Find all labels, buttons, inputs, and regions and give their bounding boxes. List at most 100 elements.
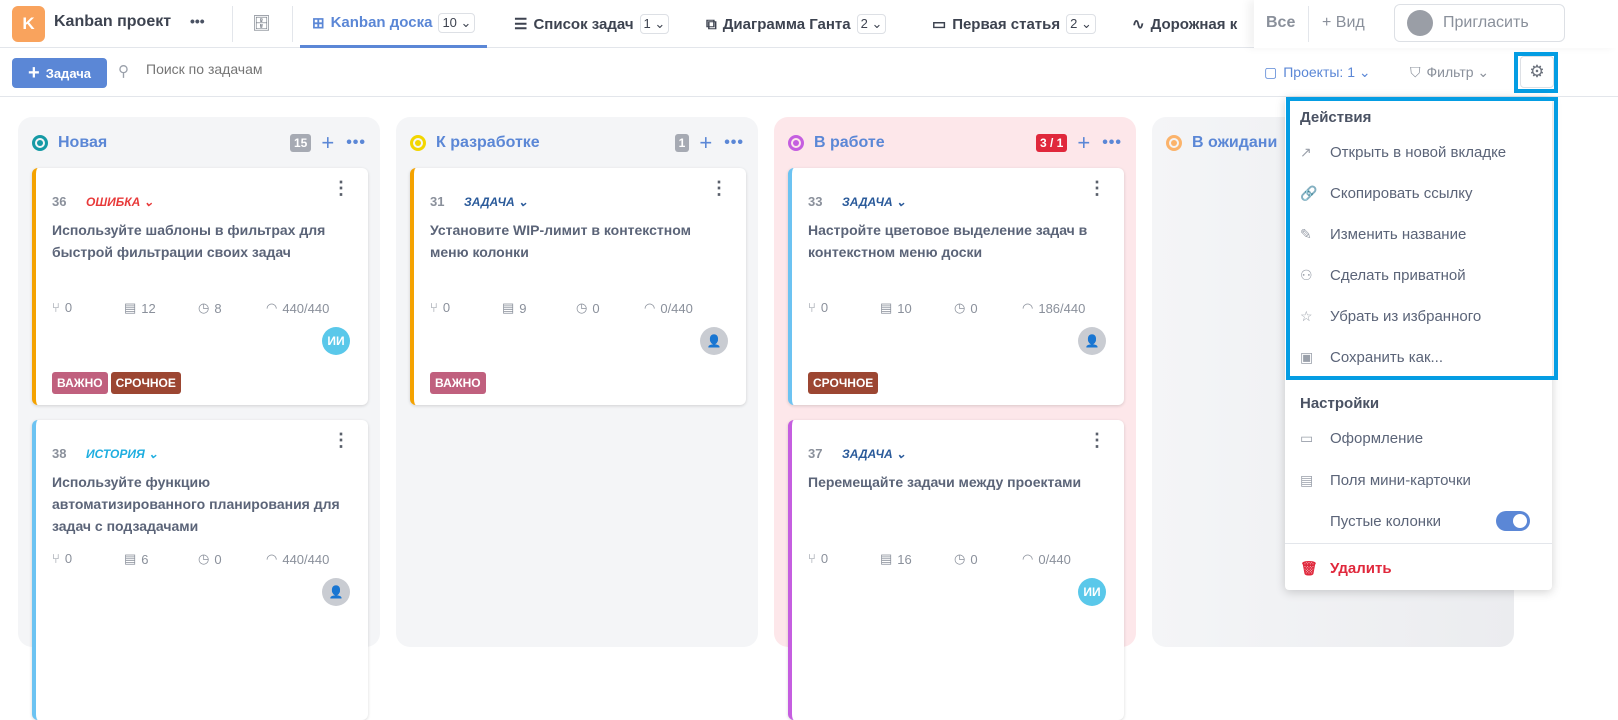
- tag[interactable]: ВАЖНО: [52, 372, 108, 394]
- column-title[interactable]: Новая: [58, 134, 290, 152]
- card-menu-icon[interactable]: ⋮: [332, 430, 350, 451]
- assignee-avatar[interactable]: ИИ: [322, 327, 350, 355]
- project-title[interactable]: Kanban проект: [54, 13, 171, 31]
- tag[interactable]: СРОЧНОЕ: [110, 372, 181, 394]
- plus-icon: +: [28, 62, 40, 84]
- tab-article[interactable]: ▭ Первая статья 2 ⌄: [932, 0, 1096, 48]
- add-card-button[interactable]: +: [699, 132, 712, 154]
- tab-count-dropdown[interactable]: 1 ⌄: [639, 14, 670, 34]
- task-card[interactable]: 31 ЗАДАЧА ⌄ ⋮ Установите WIP-лимит в кон…: [410, 168, 746, 405]
- tab-list[interactable]: ☰ Список задач 1 ⌄: [514, 0, 670, 48]
- task-type-dropdown[interactable]: ОШИБКА ⌄: [86, 195, 154, 209]
- task-number: 38: [52, 446, 67, 461]
- task-type-dropdown[interactable]: ИСТОРИЯ ⌄: [86, 447, 158, 461]
- card-menu-icon[interactable]: ⋮: [1088, 178, 1106, 199]
- tag[interactable]: ВАЖНО: [430, 372, 486, 394]
- divider: [1285, 543, 1552, 544]
- project-logo[interactable]: K: [12, 6, 45, 42]
- comments-count: 9: [519, 300, 527, 316]
- subtasks-icon: ⑂: [808, 551, 816, 566]
- task-title[interactable]: Перемещайте задачи между проектами: [808, 471, 1108, 493]
- menu-item-appearance[interactable]: ▭ Оформление: [1300, 426, 1545, 450]
- menu-item-label: Оформление: [1330, 429, 1424, 447]
- comment-icon: ▤: [502, 300, 515, 315]
- comments-stat: ▤ 12: [124, 300, 156, 316]
- card-menu-icon[interactable]: ⋮: [710, 178, 728, 199]
- task-type-dropdown[interactable]: ЗАДАЧА ⌄: [842, 195, 906, 209]
- roadmap-icon: ∿: [1132, 16, 1145, 33]
- settings-header: Настройки: [1300, 395, 1380, 412]
- unassigned-avatar-icon[interactable]: 👤: [1078, 327, 1106, 355]
- column-menu-button[interactable]: •••: [724, 134, 744, 152]
- gauge-icon: ◠: [1022, 551, 1034, 566]
- task-type-dropdown[interactable]: ЗАДАЧА ⌄: [842, 447, 906, 461]
- divider: [232, 6, 233, 42]
- assignee-avatar[interactable]: ИИ: [1078, 578, 1106, 606]
- subtasks-count: 0: [442, 300, 451, 315]
- tab-count-dropdown[interactable]: 2 ⌄: [856, 14, 887, 34]
- task-card[interactable]: 33 ЗАДАЧА ⌄ ⋮ Настройте цветовое выделен…: [788, 168, 1124, 405]
- subtasks-icon: ⑂: [808, 300, 816, 315]
- subtasks-stat: ⑂ 0: [52, 300, 72, 315]
- task-card[interactable]: 36 ОШИБКА ⌄ ⋮ Используйте шаблоны в филь…: [32, 168, 368, 405]
- filter-dropdown[interactable]: ⛉ Фильтр ⌄: [1410, 64, 1489, 81]
- comment-icon: ▤: [880, 551, 893, 566]
- menu-item-delete[interactable]: 🗑 Удалить: [1300, 556, 1545, 580]
- column-title[interactable]: К разработке: [436, 134, 675, 152]
- comments-count: 16: [897, 551, 912, 567]
- add-task-button[interactable]: + Задача: [12, 58, 107, 88]
- project-more-button[interactable]: •••: [190, 13, 205, 29]
- tab-label: Список задач: [533, 15, 634, 33]
- column-title[interactable]: В работе: [814, 134, 1036, 152]
- menu-item-empty-columns[interactable]: Пустые колонки: [1300, 509, 1545, 533]
- task-type-dropdown[interactable]: ЗАДАЧА ⌄: [464, 195, 528, 209]
- private-folder-icon[interactable]: 🗄: [252, 14, 271, 32]
- add-view-button[interactable]: + Вид: [1322, 14, 1365, 32]
- tag-list: ВАЖНО СРОЧНОЕ: [52, 372, 181, 394]
- projects-dropdown[interactable]: ▢ Проекты: 1 ⌄: [1264, 64, 1371, 81]
- clock-icon: ◷: [576, 300, 588, 315]
- tab-roadmap[interactable]: ∿ Дорожная к: [1132, 0, 1237, 48]
- tag[interactable]: СРОЧНОЕ: [808, 372, 879, 394]
- clock-icon: ◷: [954, 551, 966, 566]
- task-title[interactable]: Используйте шаблоны в фильтрах для быстр…: [52, 219, 352, 263]
- highlight-settings-button: [1514, 52, 1558, 93]
- search-icon: ⚲: [118, 63, 129, 80]
- empty-columns-toggle[interactable]: [1496, 511, 1530, 531]
- unassigned-avatar-icon[interactable]: 👤: [322, 578, 350, 606]
- subtasks-stat: ⑂ 0: [808, 300, 828, 315]
- tab-count-dropdown[interactable]: 10 ⌄: [438, 12, 476, 33]
- menu-item-card-fields[interactable]: ▤ Поля мини-карточки: [1300, 468, 1545, 492]
- menu-item-label: Поля мини-карточки: [1330, 471, 1471, 489]
- tab-gantt[interactable]: ⧉ Диаграмма Ганта 2 ⌄: [706, 0, 887, 48]
- task-title[interactable]: Установите WIP-лимит в контекстном меню …: [430, 219, 730, 263]
- card-menu-icon[interactable]: ⋮: [1088, 430, 1106, 451]
- tab-label: Kanban доска: [330, 14, 433, 31]
- task-title[interactable]: Используйте функцию автоматизированного …: [52, 471, 352, 537]
- divider: [1308, 6, 1309, 42]
- card-menu-icon[interactable]: ⋮: [332, 178, 350, 199]
- add-card-button[interactable]: +: [1077, 132, 1090, 154]
- gauge-icon: ◠: [266, 551, 278, 566]
- time-value: 8: [214, 300, 222, 316]
- column-menu-button[interactable]: •••: [1102, 134, 1122, 152]
- add-task-label: Задача: [45, 65, 91, 81]
- trash-icon: 🗑: [1300, 559, 1318, 576]
- task-title[interactable]: Настройте цветовое выделение задач в кон…: [808, 219, 1108, 263]
- column-menu-button[interactable]: •••: [346, 134, 366, 152]
- add-card-button[interactable]: +: [321, 132, 334, 154]
- task-card[interactable]: 38 ИСТОРИЯ ⌄ ⋮ Используйте функцию автом…: [32, 420, 368, 720]
- menu-item-label: Удалить: [1330, 559, 1392, 577]
- unassigned-avatar-icon[interactable]: 👤: [700, 327, 728, 355]
- tab-count-dropdown[interactable]: 2 ⌄: [1066, 14, 1096, 34]
- all-tabs-button[interactable]: Все: [1266, 14, 1295, 32]
- toolbar: +Задача ⚲ ▢Проекты: 1 ⌄ ⛉Фильтр ⌄ ⚙: [0, 49, 1618, 97]
- time-stat: ◷ 0: [954, 300, 978, 316]
- search-input[interactable]: [146, 61, 446, 77]
- tab-kanban[interactable]: ⊞ Kanban доска 10 ⌄: [300, 0, 488, 48]
- invite-button[interactable]: Пригласить: [1394, 4, 1565, 42]
- divider: [292, 6, 293, 42]
- task-card[interactable]: 37 ЗАДАЧА ⌄ ⋮ Перемещайте задачи между п…: [788, 420, 1124, 720]
- estimate-stat: ◠ 440/440: [266, 300, 329, 316]
- comments-stat: ▤ 16: [880, 551, 912, 567]
